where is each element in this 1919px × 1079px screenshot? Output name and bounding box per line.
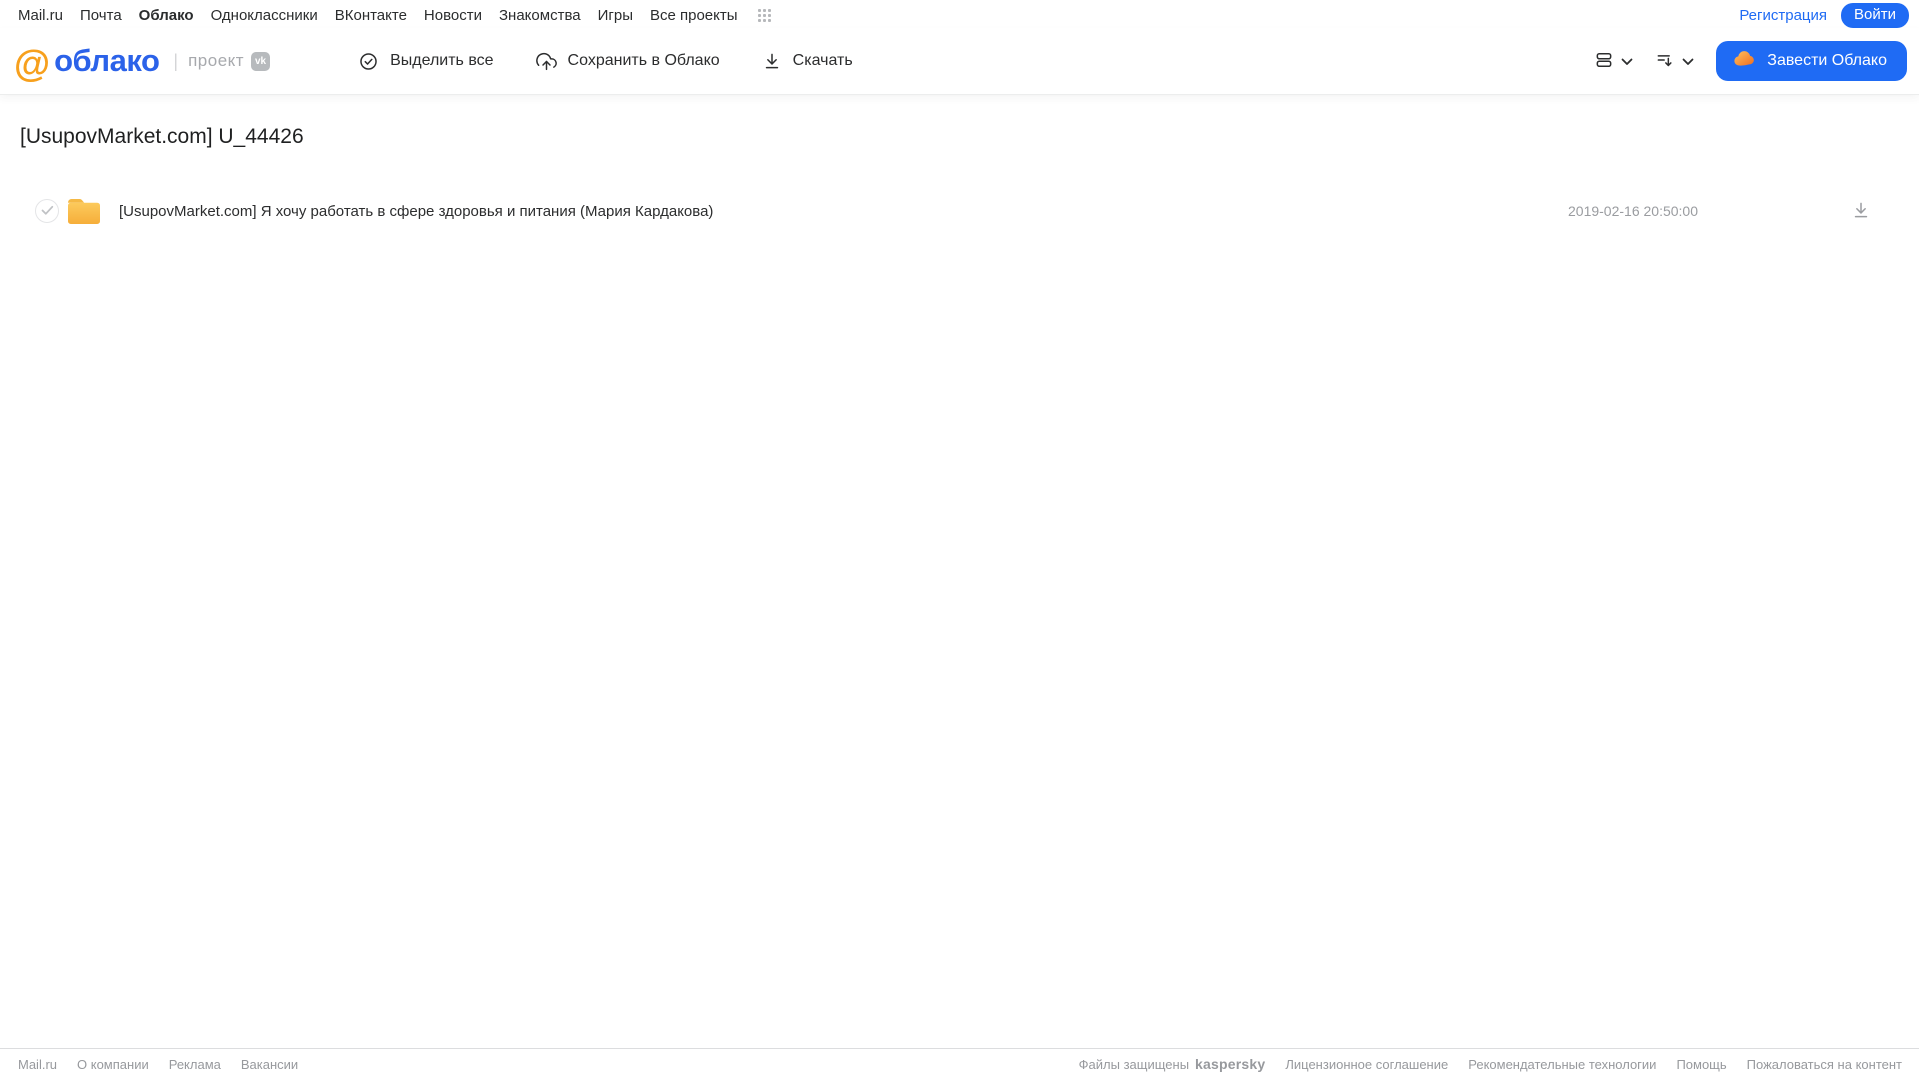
sort-button[interactable] (1655, 50, 1694, 73)
cloud-logo[interactable]: @ облако | проект vk (14, 42, 271, 84)
cloud-icon (1732, 48, 1756, 74)
select-all-button[interactable]: Выделить все (358, 51, 494, 72)
download-label: Скачать (792, 52, 853, 69)
top-nav: Mail.ru Почта Облако Одноклассники ВКонт… (0, 0, 1919, 28)
footer-right-links: Файлы защищены kaspersky Лицензионное со… (1079, 1056, 1902, 1072)
vk-badge-icon: vk (251, 51, 271, 71)
protected-by-label: Файлы защищены (1078, 1056, 1190, 1072)
mailru-at-icon: @ (14, 42, 50, 84)
header-right-controls: Завести Облако (1594, 41, 1907, 81)
save-to-cloud-label: Сохранить в Облако (567, 52, 720, 69)
footer: Mail.ru О компании Реклама Вакансии Файл… (0, 1048, 1919, 1079)
file-row[interactable]: [UsupovMarket.com] Я хочу работать в сфе… (20, 191, 1899, 231)
cloud-logo-text: облако (54, 43, 160, 78)
file-date: 2019-02-16 20:50:00 (1568, 203, 1698, 219)
logo-divider: | (173, 50, 179, 71)
main-content: [UsupovMarket.com] U_44426 [UsupovMarket… (0, 125, 1919, 231)
footer-link-mailru[interactable]: Mail.ru (18, 1057, 57, 1072)
footer-link-ads[interactable]: Реклама (169, 1057, 221, 1072)
select-all-label: Выделить все (390, 52, 494, 69)
chevron-down-icon (1621, 54, 1633, 69)
sort-icon (1655, 50, 1675, 73)
apps-grid-icon[interactable] (757, 8, 772, 23)
kaspersky-note: Файлы защищены kaspersky (1079, 1056, 1266, 1072)
register-link[interactable]: Регистрация (1739, 7, 1827, 24)
footer-link-about[interactable]: О компании (77, 1057, 149, 1072)
topnav-link-vse-proekty[interactable]: Все проекты (650, 7, 738, 24)
login-button[interactable]: Войти (1841, 2, 1909, 28)
topnav-link-pochta[interactable]: Почта (80, 7, 122, 24)
get-cloud-label: Завести Облако (1767, 52, 1887, 69)
folder-icon (66, 195, 102, 227)
save-to-cloud-button[interactable]: Сохранить в Облако (535, 51, 720, 72)
footer-link-report[interactable]: Пожаловаться на контент (1747, 1057, 1902, 1072)
chevron-down-icon (1682, 54, 1694, 69)
download-icon (1851, 200, 1871, 223)
topnav-link-vkontakte[interactable]: ВКонтакте (335, 7, 407, 24)
list-view-icon (1594, 50, 1614, 73)
topnav-link-oblako[interactable]: Облако (139, 7, 194, 24)
footer-link-license[interactable]: Лицензионное соглашение (1285, 1057, 1448, 1072)
download-icon (762, 51, 782, 71)
check-circle-icon (358, 51, 379, 72)
topnav-link-mailru[interactable]: Mail.ru (18, 7, 63, 24)
file-download-button[interactable] (1851, 200, 1871, 223)
check-icon (41, 204, 54, 219)
topnav-link-novosti[interactable]: Новости (424, 7, 482, 24)
topnav-link-odnoklassniki[interactable]: Одноклассники (211, 7, 318, 24)
view-toggle-button[interactable] (1594, 50, 1633, 73)
footer-link-help[interactable]: Помощь (1676, 1057, 1726, 1072)
row-checkbox[interactable] (35, 199, 59, 223)
footer-left-links: Mail.ru О компании Реклама Вакансии (18, 1057, 298, 1072)
project-label: проект (188, 51, 245, 70)
kaspersky-logo[interactable]: kaspersky (1195, 1056, 1265, 1072)
get-cloud-button[interactable]: Завести Облако (1716, 41, 1907, 81)
toolbar: Выделить все Сохранить в Облако Скачать (358, 51, 853, 72)
header: @ облако | проект vk Выделить все Сохран… (0, 28, 1919, 94)
footer-link-recommendations[interactable]: Рекомендательные технологии (1468, 1057, 1656, 1072)
download-button[interactable]: Скачать (762, 51, 853, 71)
topnav-link-igry[interactable]: Игры (598, 7, 633, 24)
file-name[interactable]: [UsupovMarket.com] Я хочу работать в сфе… (119, 203, 713, 220)
topnav-link-znakomstva[interactable]: Знакомства (499, 7, 581, 24)
top-nav-links: Mail.ru Почта Облако Одноклассники ВКонт… (18, 7, 772, 24)
footer-link-jobs[interactable]: Вакансии (241, 1057, 298, 1072)
page-title: [UsupovMarket.com] U_44426 (20, 125, 304, 148)
upload-cloud-icon (535, 51, 557, 72)
top-nav-right: Регистрация Войти (1739, 2, 1909, 28)
